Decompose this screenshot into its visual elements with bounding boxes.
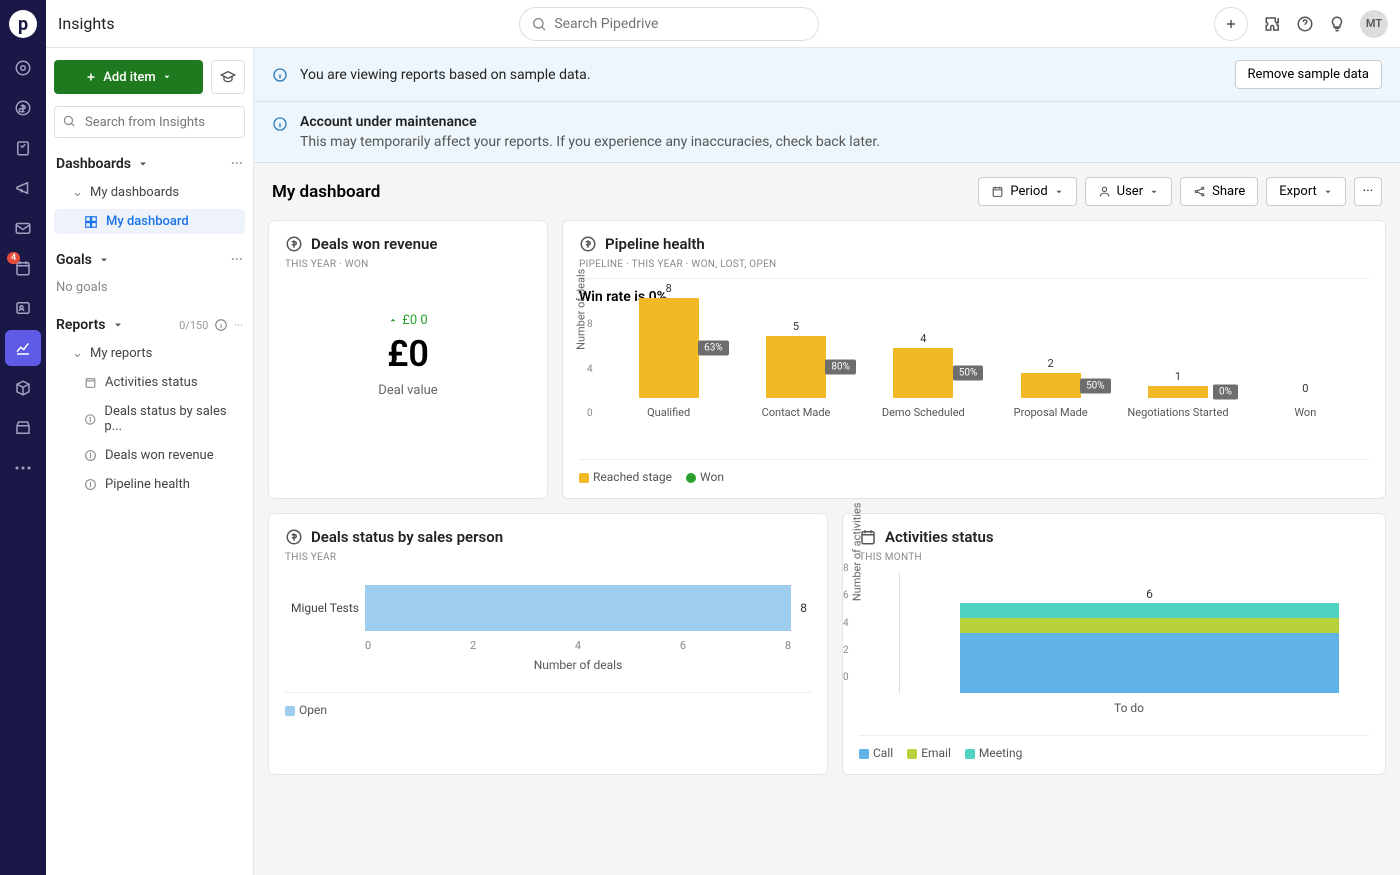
- share-button[interactable]: Share: [1180, 177, 1258, 206]
- sidebar-item-my-dashboard[interactable]: My dashboard: [54, 209, 245, 234]
- report-deals-won-revenue[interactable]: Deals won revenue: [54, 443, 245, 468]
- activities-chart: Number of activities 02468 6 To do: [859, 563, 1369, 725]
- add-button[interactable]: [1214, 7, 1248, 41]
- page-title: Insights: [58, 14, 115, 33]
- nav-contacts[interactable]: [5, 290, 41, 326]
- dashboard-icon: [84, 215, 98, 229]
- nav-insights[interactable]: [5, 330, 41, 366]
- deals-status-chart: Miguel Tests 8 02468 Number of deals: [285, 563, 811, 682]
- share-icon: [1193, 185, 1206, 198]
- nav-mail[interactable]: [5, 210, 41, 246]
- search-input[interactable]: [519, 7, 819, 41]
- kpi-delta: £0 0: [388, 313, 427, 328]
- bulb-icon[interactable]: [1328, 15, 1346, 33]
- currency-icon: [579, 235, 597, 253]
- deals-won-revenue-card[interactable]: Deals won revenue THIS YEAR · WON £0 0 £…: [268, 220, 548, 499]
- add-item-label: Add item: [103, 70, 155, 85]
- nav-rail: p 4: [0, 0, 46, 875]
- my-reports-folder[interactable]: ⌄My reports: [54, 341, 245, 366]
- puzzle-icon[interactable]: [1264, 15, 1282, 33]
- nav-deals[interactable]: [5, 90, 41, 126]
- pipeline-bar-chart: Number of deals 840 863%Qualified580%Con…: [605, 319, 1369, 449]
- search-icon: [531, 16, 547, 32]
- sample-data-banner: You are viewing reports based on sample …: [254, 48, 1400, 102]
- kpi-label: Deal value: [285, 383, 531, 398]
- dashboard-title: My dashboard: [272, 182, 380, 202]
- calendar-icon: [84, 376, 97, 389]
- chevron-down-icon: [137, 158, 149, 170]
- academy-button[interactable]: [211, 60, 245, 94]
- deals-status-card[interactable]: Deals status by sales person THIS YEAR M…: [268, 513, 828, 775]
- reports-more[interactable]: ···: [234, 319, 243, 332]
- dashboard-header: My dashboard Period User Share Export ··…: [254, 163, 1400, 220]
- activities-status-card[interactable]: Activities status THIS MONTH Number of a…: [842, 513, 1386, 775]
- nav-leads[interactable]: [5, 50, 41, 86]
- nav-marketplace[interactable]: [5, 410, 41, 446]
- maintenance-banner: Account under maintenance This may tempo…: [254, 102, 1400, 163]
- calendar-icon: [991, 185, 1004, 198]
- help-icon[interactable]: [1296, 15, 1314, 33]
- user-icon: [1098, 185, 1111, 198]
- remove-sample-data-button[interactable]: Remove sample data: [1235, 60, 1382, 89]
- nav-projects[interactable]: [5, 130, 41, 166]
- info-icon: [272, 116, 288, 132]
- logo-icon[interactable]: p: [9, 10, 37, 38]
- nav-more[interactable]: [5, 450, 41, 486]
- sample-banner-text: You are viewing reports based on sample …: [300, 67, 1223, 83]
- search-icon: [62, 114, 76, 128]
- currency-icon: [84, 478, 97, 491]
- nav-campaigns[interactable]: [5, 170, 41, 206]
- kpi-value: £0: [285, 333, 531, 375]
- export-button[interactable]: Export: [1266, 177, 1346, 206]
- maint-sub: This may temporarily affect your reports…: [300, 134, 1382, 150]
- info-icon: [272, 67, 288, 83]
- chevron-down-icon: [98, 254, 110, 266]
- currency-icon: [84, 413, 96, 426]
- report-pipeline-health[interactable]: Pipeline health: [54, 472, 245, 497]
- goals-section[interactable]: Goals ···: [54, 248, 245, 272]
- reports-section[interactable]: Reports 0/150 ···: [54, 313, 245, 337]
- content: You are viewing reports based on sample …: [254, 48, 1400, 875]
- dashboard-more-button[interactable]: ···: [1354, 177, 1382, 206]
- no-goals-text: No goals: [54, 276, 245, 299]
- user-button[interactable]: User: [1085, 177, 1172, 206]
- reports-label: Reports: [56, 317, 106, 333]
- nav-activities[interactable]: 4: [5, 250, 41, 286]
- chevron-down-icon: [112, 319, 124, 331]
- reports-count: 0/150: [179, 319, 208, 332]
- insights-search-input[interactable]: [54, 106, 245, 138]
- avatar[interactable]: MT: [1360, 10, 1388, 38]
- nav-products[interactable]: [5, 370, 41, 406]
- period-button[interactable]: Period: [978, 177, 1076, 206]
- goals-label: Goals: [56, 252, 92, 268]
- report-activities-status[interactable]: Activities status: [54, 370, 245, 395]
- dashboards-section[interactable]: Dashboards ···: [54, 152, 245, 176]
- pipeline-health-card[interactable]: Pipeline health PIPELINE · THIS YEAR · W…: [562, 220, 1386, 499]
- maint-title: Account under maintenance: [300, 114, 1382, 130]
- my-dashboards-folder[interactable]: ⌄My dashboards: [54, 180, 245, 205]
- nav-badge: 4: [7, 252, 20, 264]
- currency-icon: [285, 528, 303, 546]
- topbar: Insights MT: [46, 0, 1400, 48]
- add-item-button[interactable]: Add item: [54, 60, 203, 94]
- info-icon[interactable]: [214, 318, 228, 332]
- currency-icon: [285, 235, 303, 253]
- sidebar: Add item Dashboards ··· ⌄My dashboards M…: [46, 48, 254, 875]
- dashboards-label: Dashboards: [56, 156, 131, 172]
- main: Insights MT Add item: [46, 0, 1400, 875]
- currency-icon: [84, 449, 97, 462]
- dashboards-more[interactable]: ···: [231, 156, 243, 172]
- goals-more[interactable]: ···: [231, 252, 243, 268]
- report-deals-status[interactable]: Deals status by sales p...: [54, 399, 245, 439]
